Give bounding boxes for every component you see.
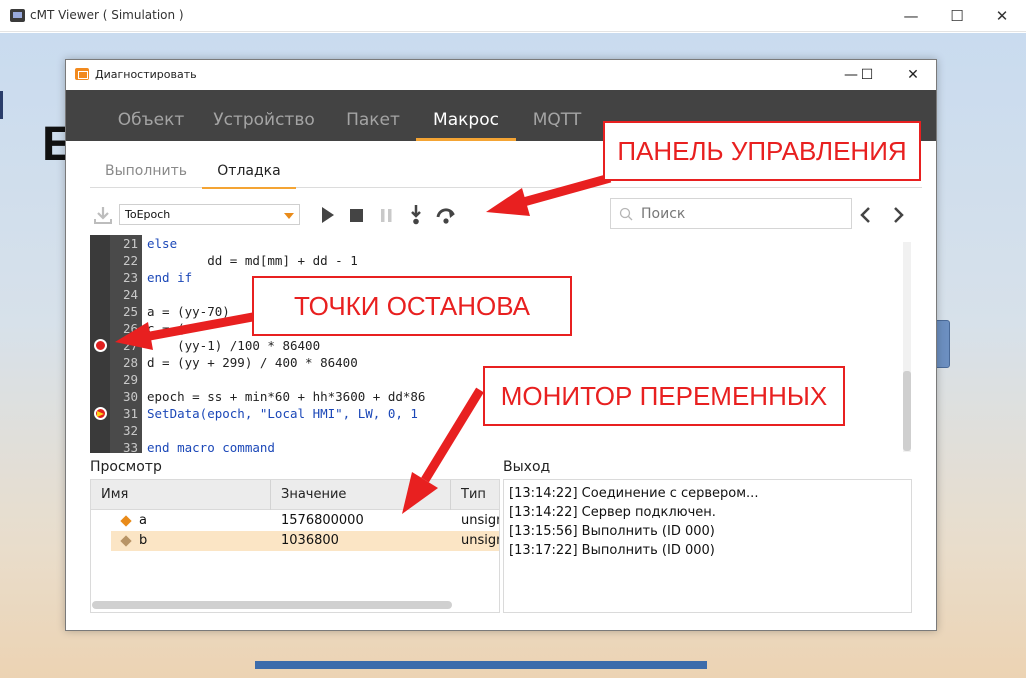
watch-table-header: Имя Значение Тип (91, 480, 499, 510)
app-icon (10, 9, 25, 22)
macro-select[interactable]: ToEpoch (119, 204, 300, 225)
search-box (610, 198, 852, 229)
output-line: [13:14:22] Соединение с сервером... (509, 486, 759, 501)
var-type: unsign (461, 533, 499, 548)
line-number: 25 (122, 304, 138, 319)
dialog-titlebar: Диагностировать — ☐ ✕ (66, 60, 936, 90)
outer-close-button[interactable]: ✕ (985, 4, 1019, 28)
left-edge-mark (0, 91, 3, 119)
output-line: [13:17:22] Выполнить (ID 000) (509, 543, 715, 558)
step-over-icon[interactable] (435, 204, 457, 226)
outer-maximize-button[interactable]: ☐ (940, 4, 974, 28)
callout-control-panel: ПАНЕЛЬ УПРАВЛЕНИЯ (603, 121, 921, 181)
col-name[interactable]: Имя (91, 480, 271, 510)
table-row[interactable]: a 1576800000 unsign (111, 511, 499, 531)
variable-diamond-icon (120, 535, 132, 547)
current-breakpoint-icon[interactable] (94, 407, 107, 420)
breakpoint-icon[interactable] (94, 339, 107, 352)
col-value[interactable]: Значение (271, 480, 451, 510)
search-icon (619, 207, 633, 221)
code-line[interactable]: 21 else (90, 235, 911, 252)
dialog-icon (75, 68, 89, 80)
line-number: 26 (122, 321, 138, 336)
output-line: [13:14:22] Сервер подключен. (509, 505, 716, 520)
watch-pane: Имя Значение Тип a 1576800000 unsign b 1… (90, 479, 500, 613)
subtab-debug[interactable]: Отладка (202, 154, 296, 189)
var-value: 1576800000 (281, 513, 364, 528)
line-number: 21 (122, 236, 138, 251)
code-text: d = (yy + 299) / 400 * 86400 (147, 355, 358, 370)
line-number: 33 (122, 440, 138, 453)
code-text: a = (yy-70) (147, 304, 230, 319)
chevron-down-icon (284, 213, 294, 219)
chevron-right-icon[interactable] (888, 204, 908, 226)
watch-scrollbar[interactable] (92, 601, 452, 609)
variable-diamond-icon (120, 515, 132, 527)
outer-minimize-button[interactable]: — (894, 4, 928, 28)
output-line: [13:15:56] Выполнить (ID 000) (509, 524, 715, 539)
macro-select-value: ToEpoch (125, 208, 171, 221)
line-number: 22 (122, 253, 138, 268)
table-row[interactable]: b 1036800 unsign (111, 531, 499, 551)
code-text: end macro_command (147, 440, 275, 453)
dialog-title: Диагностировать (95, 68, 197, 81)
step-into-icon[interactable] (405, 204, 427, 226)
code-text: dd = md[mm] + dd - 1 (147, 253, 358, 268)
col-type[interactable]: Тип (451, 480, 499, 510)
var-type: unsign (461, 513, 499, 528)
callout-breakpoints: ТОЧКИ ОСТАНОВА (252, 276, 572, 336)
subtab-run[interactable]: Выполнить (100, 154, 192, 188)
var-name: a (139, 513, 147, 528)
tab-mqtt[interactable]: MQTT (522, 90, 592, 141)
dialog-close-button[interactable]: ✕ (898, 63, 928, 87)
code-text: end if (147, 270, 193, 285)
search-input[interactable] (641, 204, 841, 224)
line-number: 30 (122, 389, 138, 404)
line-number: 27 (122, 338, 138, 353)
line-number: 29 (122, 372, 138, 387)
code-text: epoch = ss + min*60 + hh*3600 + dd*86 (147, 389, 426, 404)
outer-titlebar: cMT Viewer ( Simulation ) — ☐ ✕ (0, 0, 1026, 32)
play-icon[interactable] (316, 204, 338, 226)
download-icon[interactable] (92, 204, 114, 226)
tab-device[interactable]: Устройство (208, 90, 320, 141)
code-line[interactable]: 33 end macro_command (90, 439, 911, 453)
code-text: else (147, 236, 178, 251)
dialog-maximize-button[interactable]: ☐ (852, 63, 882, 87)
code-line[interactable]: 27 (yy-1) /100 * 86400 (90, 337, 911, 354)
tab-object[interactable]: Объект (106, 90, 196, 141)
code-text: (yy-1) /100 * 86400 (147, 338, 321, 353)
line-number: 23 (122, 270, 138, 285)
chevron-left-icon[interactable] (856, 204, 876, 226)
code-text: c = ( (147, 321, 185, 336)
editor-scrollbar-thumb[interactable] (903, 371, 911, 451)
stop-icon[interactable] (345, 204, 367, 226)
var-value: 1036800 (281, 533, 339, 548)
output-pane: [13:14:22] Соединение с сервером... [13:… (503, 479, 912, 613)
callout-variable-monitor: МОНИТОР ПЕРЕМЕННЫХ (483, 366, 845, 426)
line-number: 24 (122, 287, 138, 302)
line-number: 28 (122, 355, 138, 370)
tab-macro[interactable]: Макрос (416, 90, 516, 141)
tab-packet[interactable]: Пакет (336, 90, 410, 141)
output-label: Выход (503, 459, 551, 475)
watch-label: Просмотр (90, 459, 162, 475)
code-text: SetData(epoch, "Local HMI", LW, 0, 1 (147, 406, 418, 421)
outer-window-title: cMT Viewer ( Simulation ) (30, 8, 184, 22)
code-line[interactable]: 22 dd = md[mm] + dd - 1 (90, 252, 911, 269)
background-bottom-bar (255, 661, 707, 669)
var-name: b (139, 533, 148, 548)
line-number: 31 (122, 406, 138, 421)
pause-icon[interactable] (375, 204, 397, 226)
line-number: 32 (122, 423, 138, 438)
